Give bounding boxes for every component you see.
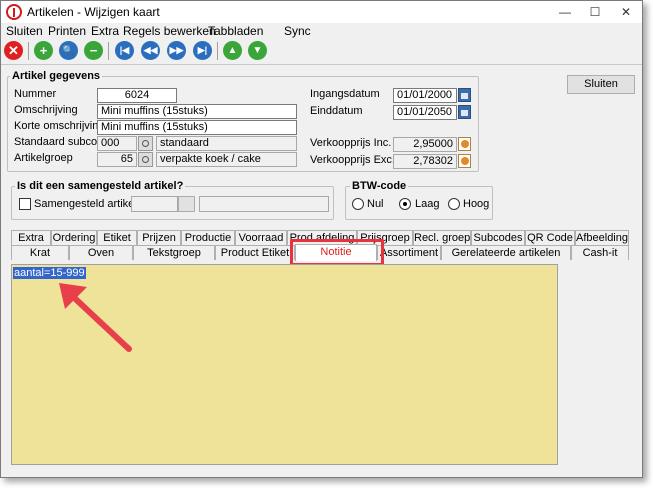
nummer-label: Nummer — [14, 88, 57, 100]
tab-ordering[interactable]: Ordering — [51, 230, 97, 245]
move-up-button[interactable]: ▲ — [223, 41, 242, 60]
tab-gerelateerde-artikelen[interactable]: Gerelateerde artikelen — [441, 245, 571, 260]
btw-laag-radio[interactable] — [399, 198, 411, 210]
korte-omschrijving-label: Korte omschrijving — [14, 120, 105, 132]
btw-hoog-label: Hoog — [463, 198, 490, 210]
tab-krat[interactable]: Krat — [11, 245, 69, 260]
tab-extra[interactable]: Extra — [11, 230, 51, 245]
menu-sluiten[interactable]: Sluiten — [6, 24, 43, 38]
verkoopprijs-exc-field[interactable]: 2,78302 — [393, 154, 457, 169]
omschrijving-label: Omschrijving — [14, 104, 78, 116]
remove-button[interactable]: − — [84, 41, 103, 60]
close-window-button[interactable]: ✕ — [611, 1, 641, 23]
divider — [1, 64, 642, 65]
annotation-arrow-icon — [59, 283, 132, 352]
ingangsdatum-field[interactable]: 01/01/2000 — [393, 88, 457, 103]
artikelgroep-field[interactable]: 65 — [97, 152, 137, 167]
tab-etiket[interactable]: Etiket — [97, 230, 137, 245]
artikel-gegevens-title: Artikel gegevens — [10, 70, 103, 82]
tab-afbeelding[interactable]: Afbeelding — [575, 230, 629, 245]
tab-oven[interactable]: Oven — [69, 245, 133, 260]
samengesteld-checkbox[interactable] — [19, 198, 31, 210]
korte-omschrijving-field[interactable]: Mini muffins (15stuks) — [97, 120, 297, 135]
tab-cash-it[interactable]: Cash-it — [571, 245, 629, 260]
menu-extra[interactable]: Extra — [91, 24, 119, 38]
calendar-icon[interactable] — [458, 88, 471, 102]
samengesteld-name-field — [199, 196, 329, 212]
minimize-button[interactable]: — — [550, 1, 580, 23]
toolbar-separator — [217, 42, 218, 60]
menu-tabbladen[interactable]: Tabbladen — [208, 24, 263, 38]
sluiten-button[interactable]: Sluiten — [567, 75, 635, 94]
app-logo-icon — [6, 4, 22, 20]
samengesteld-title: Is dit een samengesteld artikel? — [15, 180, 186, 192]
menu-regels-bewerken[interactable]: Regels bewerken — [123, 24, 216, 38]
add-button[interactable]: + — [34, 41, 53, 60]
toolbar-separator — [108, 42, 109, 60]
verkoopprijs-exc-label: Verkoopprijs Exc. — [310, 154, 395, 166]
tab-recl-groep[interactable]: Recl. groep — [413, 230, 471, 245]
previous-record-button[interactable]: ◀◀ — [141, 41, 160, 60]
btw-nul-radio[interactable] — [352, 198, 364, 210]
btw-hoog-radio[interactable] — [448, 198, 460, 210]
einddatum-field[interactable]: 01/01/2050 — [393, 105, 457, 120]
title-bar: Artikelen - Wijzigen kaart — ☐ ✕ — [1, 1, 642, 23]
notitie-text: aantal=15-999 — [13, 267, 86, 279]
tab-highlight-frame — [290, 239, 384, 266]
samengesteld-picker-button — [178, 196, 195, 212]
first-record-button[interactable]: |◀ — [115, 41, 134, 60]
calculator-icon[interactable] — [458, 154, 471, 168]
samengesteld-code-field — [131, 196, 178, 212]
next-record-button[interactable]: ▶▶ — [167, 41, 186, 60]
btw-nul-label: Nul — [367, 198, 384, 210]
einddatum-label: Einddatum — [310, 105, 363, 117]
ingangsdatum-label: Ingangsdatum — [310, 88, 380, 100]
toolbar-separator — [28, 42, 29, 60]
btw-title: BTW-code — [350, 180, 409, 192]
subcode-field[interactable]: 000 — [97, 136, 137, 151]
calendar-icon[interactable] — [458, 105, 471, 119]
artikelgroep-label: Artikelgroep — [14, 152, 73, 164]
delete-button[interactable]: ✕ — [4, 41, 23, 60]
samengesteld-checkbox-label: Samengesteld artikel — [34, 198, 137, 210]
btw-laag-label: Laag — [415, 198, 440, 210]
toolbar: ✕ + 🔍 − |◀ ◀◀ ▶▶ ▶| ▲ ▼ — [1, 39, 642, 63]
menu-printen[interactable]: Printen — [48, 24, 86, 38]
subcode-label: Standaard subcode — [14, 136, 110, 148]
tab-prijzen[interactable]: Prijzen — [137, 230, 181, 245]
last-record-button[interactable]: ▶| — [193, 41, 212, 60]
subcode-name-field: standaard — [156, 136, 297, 151]
artikelgroep-search-icon[interactable] — [138, 152, 153, 167]
tab-productie[interactable]: Productie — [181, 230, 235, 245]
artikelgroep-name-field: verpakte koek / cake — [156, 152, 297, 167]
menu-sync[interactable]: Sync — [284, 24, 311, 38]
search-button[interactable]: 🔍 — [59, 41, 78, 60]
maximize-button[interactable]: ☐ — [580, 1, 610, 23]
tab-qr-code[interactable]: QR Code — [525, 230, 575, 245]
calculator-icon[interactable] — [458, 137, 471, 151]
window-title: Artikelen - Wijzigen kaart — [27, 5, 160, 19]
subcode-search-icon[interactable] — [138, 136, 153, 151]
tab-product-etiket[interactable]: Product Etiket — [215, 245, 295, 260]
omschrijving-field[interactable]: Mini muffins (15stuks) — [97, 104, 297, 119]
verkoopprijs-inc-label: Verkoopprijs Inc. — [310, 137, 392, 149]
tab-subcodes[interactable]: Subcodes — [471, 230, 525, 245]
verkoopprijs-inc-field[interactable]: 2,95000 — [393, 137, 457, 152]
tab-tekstgroep[interactable]: Tekstgroep — [133, 245, 215, 260]
menu-bar: Sluiten Printen Extra Regels bewerken Ta… — [1, 23, 642, 39]
move-down-button[interactable]: ▼ — [248, 41, 267, 60]
nummer-field[interactable]: 6024 — [97, 88, 177, 103]
app-window: Artikelen - Wijzigen kaart — ☐ ✕ Sluiten… — [0, 0, 643, 478]
tab-voorraad[interactable]: Voorraad — [235, 230, 287, 245]
tab-assortiment[interactable]: Assortiment — [377, 245, 441, 260]
